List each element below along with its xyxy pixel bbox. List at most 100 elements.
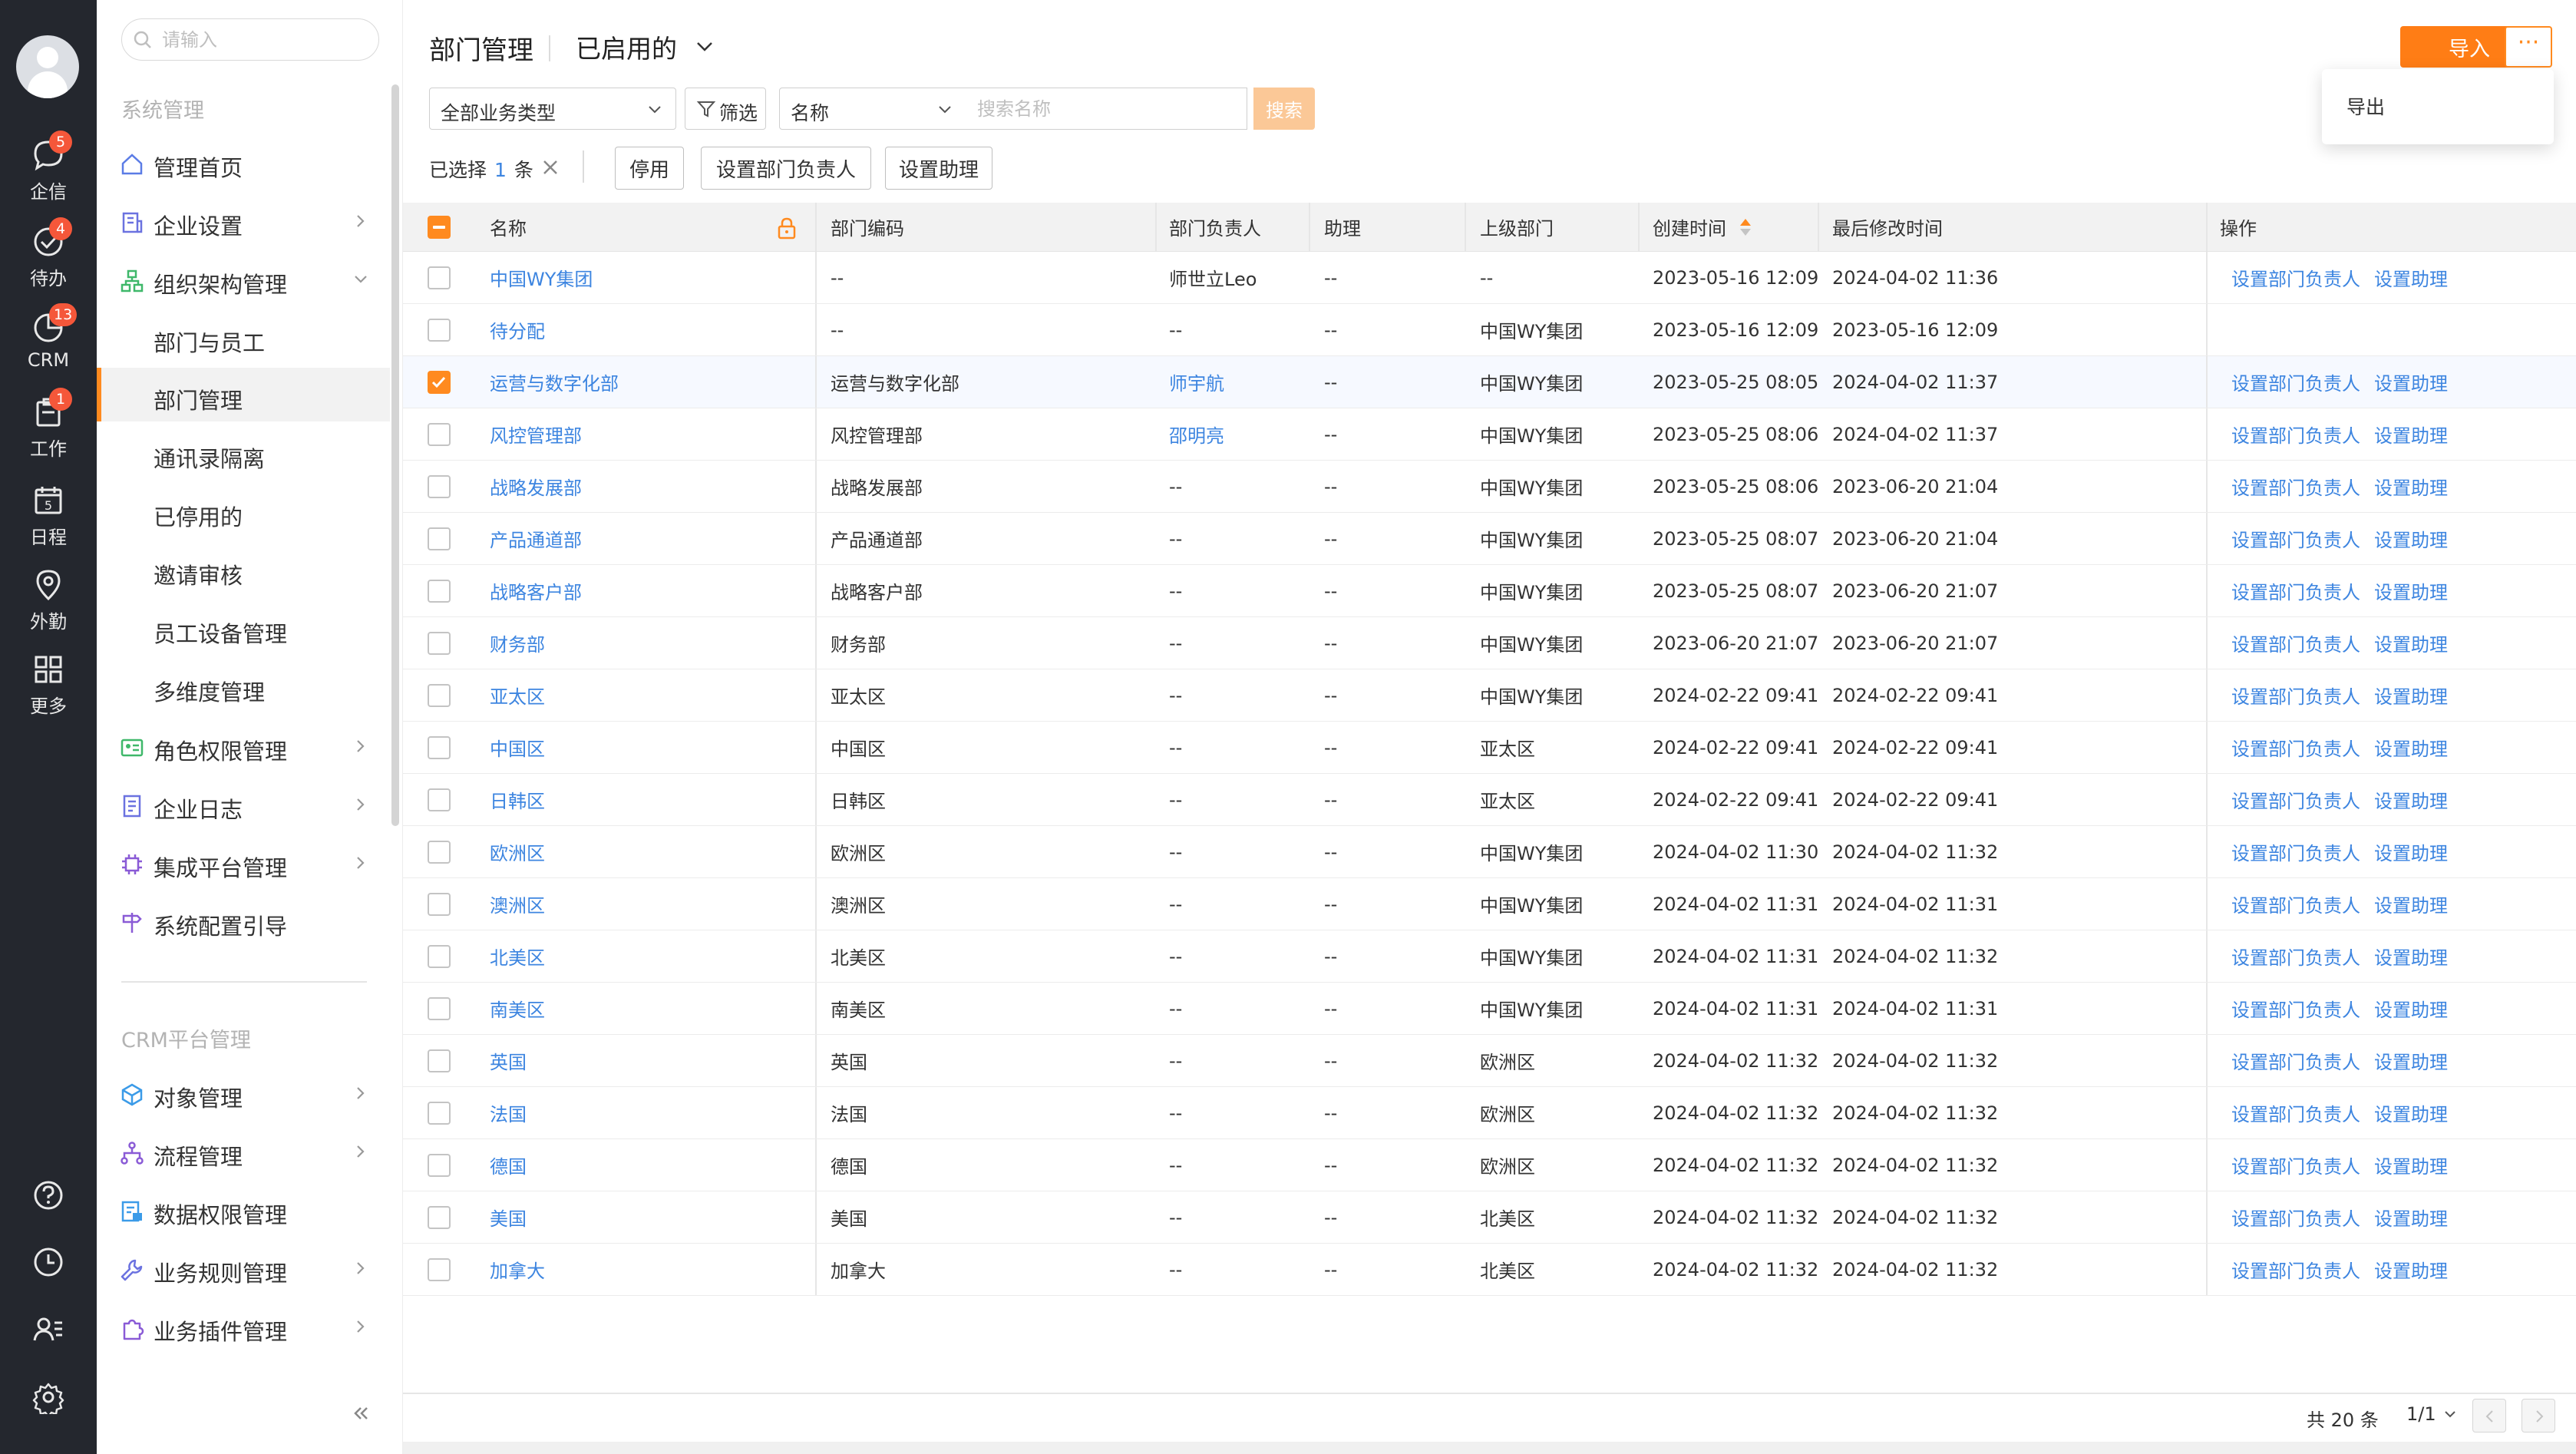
set-dept-head-link[interactable]: 设置部门负责人 bbox=[2231, 786, 2360, 813]
sidebar-item-sys-1[interactable]: 企业设置 bbox=[97, 195, 390, 247]
set-assistant-link[interactable]: 设置助理 bbox=[2374, 577, 2448, 604]
table-row[interactable]: 亚太区 亚太区 -- -- 中国WY集团 2024-02-22 09:41 2024-02-… bbox=[403, 669, 2576, 722]
rail-item-3[interactable]: 工作 1 bbox=[0, 388, 97, 471]
sidebar-subitem-1[interactable]: 部门管理 bbox=[97, 368, 390, 421]
dept-name-link[interactable]: 日韩区 bbox=[490, 774, 545, 825]
set-dept-head-link[interactable]: 设置部门负责人 bbox=[2231, 838, 2360, 865]
search-button[interactable]: 搜索 bbox=[1253, 88, 1315, 130]
view-selector[interactable]: 已启用的 bbox=[576, 29, 715, 64]
set-assistant-link[interactable]: 设置助理 bbox=[2374, 891, 2448, 917]
set-dept-head-link[interactable]: 设置部门负责人 bbox=[2231, 577, 2360, 604]
dept-name-link[interactable]: 战略发展部 bbox=[490, 461, 582, 512]
search-field-select[interactable]: 名称 bbox=[779, 88, 966, 130]
row-checkbox[interactable] bbox=[428, 632, 451, 655]
sidebar-item-sys2-1[interactable]: 企业日志 bbox=[97, 778, 390, 831]
set-assistant-link[interactable]: 设置助理 bbox=[2374, 786, 2448, 813]
table-row[interactable]: 澳洲区 澳洲区 -- -- 中国WY集团 2024-04-02 11:31 2024-04-… bbox=[403, 878, 2576, 930]
set-dept-head-link[interactable]: 设置部门负责人 bbox=[2231, 1047, 2360, 1074]
clear-selection-button[interactable] bbox=[540, 157, 561, 178]
clock-icon[interactable] bbox=[31, 1245, 65, 1279]
sidebar-item-sys2-3[interactable]: 系统配置引导 bbox=[97, 895, 390, 947]
dept-name-link[interactable]: 北美区 bbox=[490, 930, 545, 982]
set-assistant-link[interactable]: 设置助理 bbox=[2374, 630, 2448, 656]
set-dept-head-link[interactable]: 设置部门负责人 bbox=[2231, 995, 2360, 1022]
set-dept-head-link[interactable]: 设置部门负责人 bbox=[2231, 1204, 2360, 1231]
filter-button[interactable]: 筛选 bbox=[685, 88, 766, 130]
table-row[interactable]: 南美区 南美区 -- -- 中国WY集团 2024-04-02 11:31 2024-04-… bbox=[403, 983, 2576, 1035]
set-dept-head-button[interactable]: 设置部门负责人 bbox=[701, 147, 871, 190]
search-input[interactable] bbox=[965, 88, 1247, 130]
table-row[interactable]: 北美区 北美区 -- -- 中国WY集团 2024-04-02 11:31 2024-04-… bbox=[403, 930, 2576, 983]
table-row[interactable]: 运营与数字化部 运营与数字化部 师宇航 -- 中国WY集团 2023-05-25 08:0… bbox=[403, 356, 2576, 408]
row-checkbox[interactable] bbox=[428, 266, 451, 289]
row-checkbox[interactable] bbox=[428, 893, 451, 916]
dept-name-link[interactable]: 加拿大 bbox=[490, 1244, 545, 1295]
dept-name-link[interactable]: 战略客户部 bbox=[490, 565, 582, 616]
row-checkbox[interactable] bbox=[428, 371, 451, 394]
rail-item-0[interactable]: 企信 5 bbox=[0, 131, 97, 213]
column-header-assistant[interactable]: 助理 bbox=[1324, 203, 1361, 251]
dept-name-link[interactable]: 风控管理部 bbox=[490, 408, 582, 460]
sidebar-subitem-4[interactable]: 邀请审核 bbox=[97, 543, 390, 596]
row-checkbox[interactable] bbox=[428, 580, 451, 603]
avatar[interactable] bbox=[16, 35, 79, 98]
dept-name-link[interactable]: 中国WY集团 bbox=[490, 252, 593, 303]
table-row[interactable]: 财务部 财务部 -- -- 中国WY集团 2023-06-20 21:07 2023-06-… bbox=[403, 617, 2576, 669]
sidebar-subitem-5[interactable]: 员工设备管理 bbox=[97, 601, 390, 655]
set-dept-head-link[interactable]: 设置部门负责人 bbox=[2231, 734, 2360, 761]
set-assistant-link[interactable]: 设置助理 bbox=[2374, 943, 2448, 970]
dept-name-link[interactable]: 澳洲区 bbox=[490, 878, 545, 930]
rail-item-1[interactable]: 待办 4 bbox=[0, 217, 97, 300]
set-dept-head-link[interactable]: 设置部门负责人 bbox=[2231, 630, 2360, 656]
set-dept-head-link[interactable]: 设置部门负责人 bbox=[2231, 891, 2360, 917]
set-dept-head-link[interactable]: 设置部门负责人 bbox=[2231, 525, 2360, 552]
dept-name-link[interactable]: 亚太区 bbox=[490, 669, 545, 721]
settings-icon[interactable] bbox=[31, 1380, 65, 1418]
table-row[interactable]: 战略发展部 战略发展部 -- -- 中国WY集团 2023-05-25 08:06 2023… bbox=[403, 461, 2576, 513]
set-assistant-link[interactable]: 设置助理 bbox=[2374, 1204, 2448, 1231]
dept-name-link[interactable]: 产品通道部 bbox=[490, 513, 582, 564]
table-row[interactable]: 风控管理部 风控管理部 邵明亮 -- 中国WY集团 2023-05-25 08:06 202… bbox=[403, 408, 2576, 461]
table-row[interactable]: 欧洲区 欧洲区 -- -- 中国WY集团 2024-04-02 11:30 2024-04-… bbox=[403, 826, 2576, 878]
row-checkbox[interactable] bbox=[428, 527, 451, 550]
row-checkbox[interactable] bbox=[428, 475, 451, 498]
sidebar-item-crm-0[interactable]: 对象管理 bbox=[97, 1067, 390, 1119]
set-assistant-link[interactable]: 设置助理 bbox=[2374, 734, 2448, 761]
row-checkbox[interactable] bbox=[428, 945, 451, 968]
sidebar-scrollbar[interactable] bbox=[391, 84, 399, 826]
sidebar-item-crm-1[interactable]: 流程管理 bbox=[97, 1125, 390, 1178]
dept-name-link[interactable]: 财务部 bbox=[490, 617, 545, 669]
contacts-icon[interactable] bbox=[31, 1313, 65, 1347]
set-assistant-link[interactable]: 设置助理 bbox=[2374, 995, 2448, 1022]
sidebar-item-crm-2[interactable]: 数据权限管理 bbox=[97, 1184, 390, 1236]
row-checkbox[interactable] bbox=[428, 841, 451, 864]
row-checkbox[interactable] bbox=[428, 1206, 451, 1229]
rail-item-2[interactable]: CRM 13 bbox=[0, 303, 97, 386]
row-checkbox[interactable] bbox=[428, 1049, 451, 1072]
dept-head[interactable]: 师宇航 bbox=[1169, 356, 1224, 408]
set-dept-head-link[interactable]: 设置部门负责人 bbox=[2231, 264, 2360, 291]
row-checkbox[interactable] bbox=[428, 1154, 451, 1177]
row-checkbox[interactable] bbox=[428, 788, 451, 811]
sidebar-item-crm-4[interactable]: 业务插件管理 bbox=[97, 1300, 390, 1353]
column-header-parent[interactable]: 上级部门 bbox=[1480, 203, 1554, 251]
set-dept-head-link[interactable]: 设置部门负责人 bbox=[2231, 473, 2360, 500]
business-type-select[interactable]: 全部业务类型 bbox=[429, 88, 676, 130]
prev-page-button[interactable] bbox=[2472, 1399, 2506, 1433]
sidebar-item-sys2-0[interactable]: 角色权限管理 bbox=[97, 720, 390, 772]
table-row[interactable]: 英国 英国 -- -- 欧洲区 2024-04-02 11:32 2024-04-02 11… bbox=[403, 1035, 2576, 1087]
table-row[interactable]: 待分配 -- -- -- 中国WY集团 2023-05-16 12:09 2023-05-1… bbox=[403, 304, 2576, 356]
table-row[interactable]: 战略客户部 战略客户部 -- -- 中国WY集团 2023-05-25 08:07 2023… bbox=[403, 565, 2576, 617]
row-checkbox[interactable] bbox=[428, 997, 451, 1020]
sidebar-search[interactable] bbox=[121, 18, 379, 61]
row-checkbox[interactable] bbox=[428, 684, 451, 707]
set-assistant-link[interactable]: 设置助理 bbox=[2374, 421, 2448, 448]
table-row[interactable]: 法国 法国 -- -- 欧洲区 2024-04-02 11:32 2024-04-02 11… bbox=[403, 1087, 2576, 1139]
dept-name-link[interactable]: 南美区 bbox=[490, 983, 545, 1034]
dept-head[interactable]: 邵明亮 bbox=[1169, 408, 1224, 460]
dept-name-link[interactable]: 运营与数字化部 bbox=[490, 356, 619, 408]
sidebar-item-sys-2[interactable]: 组织架构管理 bbox=[97, 253, 390, 306]
table-row[interactable]: 美国 美国 -- -- 北美区 2024-04-02 11:32 2024-04-02 11… bbox=[403, 1191, 2576, 1244]
sidebar-subitem-0[interactable]: 部门与员工 bbox=[97, 310, 390, 364]
sidebar-item-sys2-2[interactable]: 集成平台管理 bbox=[97, 837, 390, 889]
